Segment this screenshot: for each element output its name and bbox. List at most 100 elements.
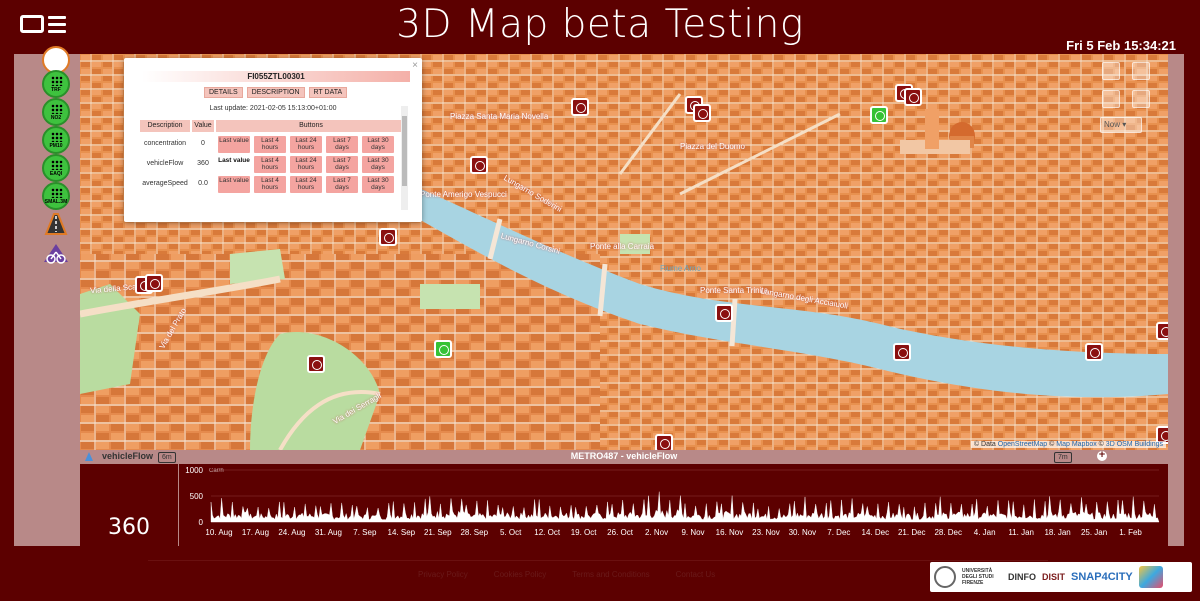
tab-rt-data[interactable]: RT DATA (308, 87, 348, 98)
x-tick-label: 24. Aug (278, 528, 305, 537)
sensor-no2-button[interactable]: NO2 (42, 98, 70, 126)
row-value: 0.0 (198, 180, 208, 187)
widget-header: vehicleFlow 6m METRO487 - vehicleFlow 7m… (80, 450, 1168, 464)
pitch-button[interactable] (1132, 90, 1150, 108)
last-24-hours-button[interactable]: Last 24 hours (290, 176, 322, 193)
last-24-hours-button[interactable]: Last 24 hours (290, 136, 322, 153)
sensor-trf-button[interactable]: TRF (42, 70, 70, 98)
row-description: averageSpeed (142, 180, 188, 187)
last-value-button[interactable]: Last value (218, 136, 250, 153)
last-4-hours-button[interactable]: Last 4 hours (254, 136, 286, 153)
x-tick-label: 16. Nov (716, 528, 744, 537)
x-tick-label: 1. Feb (1119, 528, 1142, 537)
tab-details[interactable]: DETAILS (204, 87, 243, 98)
x-tick-label: 2. Nov (645, 528, 668, 537)
green-sensor-marker[interactable] (434, 340, 454, 362)
row-value: 360 (197, 160, 209, 167)
x-tick-label: 28. Sep (460, 528, 488, 537)
y-axis-unit: Car/h (209, 468, 224, 474)
x-tick-label: 14. Sep (388, 528, 416, 537)
sensor-marker[interactable] (715, 304, 735, 326)
sensor-marker[interactable] (893, 343, 913, 365)
close-icon[interactable]: × (412, 60, 418, 71)
col-value: Value (192, 120, 214, 132)
x-tick-label: 17. Aug (242, 528, 269, 537)
sensor-pm10-button[interactable]: PM10 (42, 126, 70, 154)
last-30-days-button[interactable]: Last 30 days (362, 176, 394, 193)
x-tick-label: 25. Jan (1081, 528, 1107, 537)
time-series-chart[interactable]: 1000 500 0 Car/h 10. Aug 17. Aug 24. Aug 31. Au… (178, 464, 1168, 546)
sensor-marker[interactable] (470, 156, 490, 178)
plus-icon[interactable]: + (1097, 451, 1107, 461)
table-row: concentration 0 Last value Last 4 hours … (140, 136, 408, 154)
privacy-policy-link[interactable]: Privacy Policy (418, 570, 468, 579)
osm-link[interactable]: OpenStreetMap (998, 441, 1047, 448)
last-7-days-button[interactable]: Last 7 days (326, 136, 358, 153)
zoom-in-button[interactable] (1102, 62, 1120, 80)
footer-divider (148, 560, 1048, 561)
unifi-logo: UNIVERSITÀ DEGLI STUDI FIRENZE (962, 568, 994, 586)
last-value-button[interactable]: Last value (218, 156, 250, 173)
last-7-days-button[interactable]: Last 7 days (326, 156, 358, 173)
sensor-eaqi-button[interactable]: EAQI (42, 154, 70, 182)
sensor-marker[interactable] (693, 104, 713, 126)
x-tick-label: 9. Nov (681, 528, 704, 537)
cookies-policy-link[interactable]: Cookies Policy (494, 570, 546, 579)
disit-logo: DISIT (1042, 572, 1066, 582)
y-tick-label: 0 (199, 518, 204, 527)
x-tick-label: 30. Nov (789, 528, 817, 537)
contact-us-link[interactable]: Contact Us (676, 570, 716, 579)
last-4-hours-button[interactable]: Last 4 hours (254, 156, 286, 173)
last-update: Last update: 2021-02-05 15:13:00+01:00 (209, 105, 337, 112)
popup-scrollbar[interactable] (401, 106, 408, 210)
x-tick-label: 7. Sep (353, 528, 377, 537)
sensor-marker[interactable] (1156, 322, 1168, 344)
last-30-days-button[interactable]: Last 30 days (362, 136, 394, 153)
x-tick-label: 23. Nov (752, 528, 780, 537)
sensor-marker[interactable] (1085, 343, 1105, 365)
sensor-marker[interactable] (571, 98, 591, 120)
rotate-button[interactable] (1102, 90, 1120, 108)
sensor-marker[interactable] (145, 274, 165, 296)
x-tick-label: 28. Dec (934, 528, 962, 537)
tab-description[interactable]: DESCRIPTION (246, 87, 305, 98)
x-tick-label: 10. Aug (205, 528, 232, 537)
osm-buildings-link[interactable]: 3D OSM Buildings (1106, 441, 1163, 448)
partner-logos: UNIVERSITÀ DEGLI STUDI FIRENZE DINFO DIS… (930, 562, 1192, 592)
snap4city-app-icon (1138, 566, 1163, 588)
table-row: vehicleFlow 360 Last value Last 4 hours … (140, 156, 408, 174)
sensor-marker[interactable] (379, 228, 399, 250)
y-tick-label: 500 (190, 492, 204, 501)
chart-time-badge[interactable]: 7m (1054, 452, 1072, 463)
y-tick-label: 1000 (185, 466, 203, 475)
sensor-marker[interactable] (904, 88, 924, 110)
col-description: Description (140, 120, 190, 132)
bike-lanes-icon[interactable] (42, 242, 70, 270)
last-7-days-button[interactable]: Last 7 days (326, 176, 358, 193)
row-description: vehicleFlow (146, 160, 184, 167)
snap4city-logo[interactable]: SNAP4CITY (1071, 571, 1133, 583)
map-label: Piazza del Duomo (680, 142, 745, 151)
x-tick-label: 19. Oct (571, 528, 598, 537)
last-4-hours-button[interactable]: Last 4 hours (254, 176, 286, 193)
road-icon[interactable] (42, 212, 70, 240)
terms-link[interactable]: Terms and Conditions (572, 570, 649, 579)
sensor-marker[interactable] (307, 355, 327, 377)
x-tick-label: 5. Oct (500, 528, 522, 537)
time-select[interactable]: Now ▾ (1100, 117, 1142, 133)
last-30-days-button[interactable]: Last 30 days (362, 156, 394, 173)
header: 3D Map beta Testing Fri 5 Feb 15:34:21 (0, 0, 1200, 54)
zoom-out-button[interactable] (1132, 62, 1150, 80)
last-24-hours-button[interactable]: Last 24 hours (290, 156, 322, 173)
mapbox-link[interactable]: Map Mapbox (1056, 441, 1096, 448)
map-label: Ponte Amerigo Vespucci (420, 190, 507, 199)
sensor-bike-button[interactable]: SMAL.3M (42, 182, 70, 210)
row-value: 0 (201, 140, 205, 147)
x-tick-label: 21. Sep (424, 528, 452, 537)
green-sensor-marker[interactable] (870, 106, 890, 128)
chart-title: METRO487 - vehicleFlow (570, 451, 678, 461)
last-value-button[interactable]: Last value (218, 176, 250, 193)
map-label: Ponte Santa Trinita (700, 286, 769, 295)
x-tick-label: 18. Jan (1044, 528, 1070, 537)
sensor-marker[interactable] (655, 434, 675, 450)
